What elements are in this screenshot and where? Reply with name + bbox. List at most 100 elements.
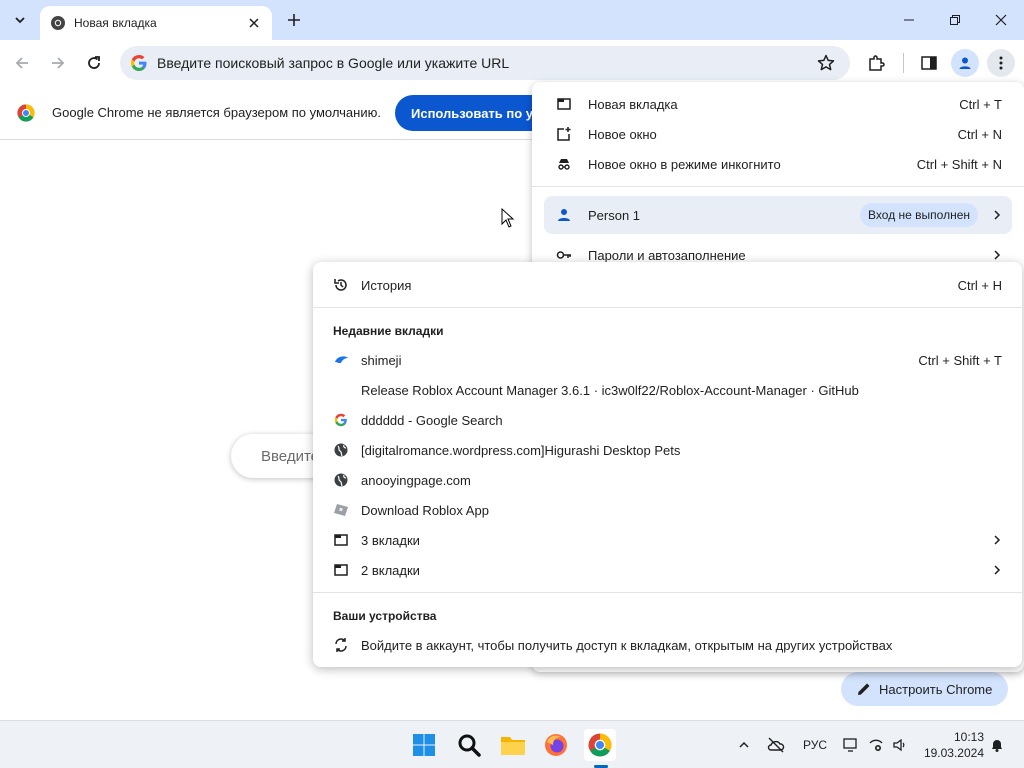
tab-close-button[interactable] [246, 15, 262, 31]
side-panel-button[interactable] [915, 49, 943, 77]
more-vert-icon [999, 56, 1003, 70]
recent-tab-item[interactable]: Download Roblox App [313, 495, 1022, 525]
menu-divider [313, 592, 1022, 593]
firefox-button[interactable] [540, 729, 572, 761]
toolbar-divider [903, 53, 904, 73]
start-button[interactable] [408, 729, 440, 761]
extensions-button[interactable] [862, 49, 890, 77]
puzzle-icon [869, 55, 885, 71]
search-icon [458, 734, 481, 757]
devices-sign-in-item[interactable]: Войдите в аккаунт, чтобы получить доступ… [313, 630, 1022, 660]
history-submenu: История Ctrl + H Недавние вкладки shimej… [313, 262, 1022, 667]
minimize-button[interactable] [889, 6, 929, 34]
back-button[interactable] [8, 49, 36, 77]
recent-tab-item[interactable]: dddddd - Google Search [313, 405, 1022, 435]
file-explorer-button[interactable] [497, 729, 529, 761]
windows-logo-icon [413, 734, 435, 756]
roblox-favicon-icon [333, 502, 349, 518]
language-indicator[interactable]: РУС [803, 738, 827, 752]
key-icon [556, 247, 572, 263]
sign-in-status-badge: Вход не выполнен [860, 203, 978, 227]
recent-tab-item[interactable]: [digitalromance.wordpress.com]Higurashi … [313, 435, 1022, 465]
close-icon [995, 14, 1007, 26]
your-devices-heading: Ваши устройства [333, 609, 437, 623]
recent-tab-item[interactable]: anooyingpage.com [313, 465, 1022, 495]
mouse-cursor-icon [501, 208, 515, 228]
chevron-right-icon [994, 535, 1001, 545]
notifications-button[interactable] [988, 735, 1006, 755]
minimize-icon [904, 19, 914, 21]
menu-divider [532, 186, 1024, 187]
windows-taskbar: РУС 10:13 19.03.2024 [0, 720, 1024, 768]
menu-item-new-tab[interactable]: Новая вкладка Ctrl + T [532, 89, 1024, 119]
chrome-taskbar-button[interactable] [584, 729, 616, 761]
cloud-offline-tray[interactable] [766, 735, 786, 755]
restore-button[interactable] [935, 6, 975, 34]
recent-tab-item[interactable]: shimeji Ctrl + Shift + T [313, 345, 1022, 375]
history-icon [333, 277, 349, 293]
sync-icon [333, 637, 349, 653]
globe-icon [333, 472, 349, 488]
window-icon [333, 532, 349, 548]
taskbar-search-button[interactable] [453, 729, 485, 761]
chevron-right-icon [994, 250, 1001, 260]
reload-icon [88, 56, 100, 69]
new-tab-button[interactable] [282, 8, 306, 32]
menu-item-new-window[interactable]: Новое окно Ctrl + N [532, 119, 1024, 149]
person-icon [959, 57, 971, 69]
folder-icon [501, 737, 525, 755]
network-tray[interactable] [867, 735, 885, 755]
chrome-icon [51, 16, 65, 30]
chrome-logo-icon [17, 104, 35, 122]
chevron-right-icon [994, 565, 1001, 575]
profile-button[interactable] [951, 49, 979, 77]
menu-divider [313, 307, 1022, 308]
recent-window-item[interactable]: 3 вкладки [313, 525, 1022, 555]
speaker-icon [893, 738, 905, 752]
menu-item-history[interactable]: История Ctrl + H [313, 270, 1022, 300]
shimeji-favicon-icon [333, 352, 349, 368]
tab-new-tab[interactable]: Новая вкладка [40, 6, 272, 40]
menu-item-incognito[interactable]: Новое окно в режиме инкогнито Ctrl + Shi… [532, 149, 1024, 179]
tab-strip: Новая вкладка [0, 0, 1024, 40]
chrome-menu-button[interactable] [987, 49, 1015, 77]
firefox-icon [545, 734, 567, 756]
person-name: Person 1 [588, 207, 641, 223]
clock-date: 19.03.2024 [923, 746, 984, 760]
recent-tab-item[interactable]: Release Roblox Account Manager 3.6.1 · i… [313, 375, 1022, 405]
incognito-icon [556, 156, 572, 172]
tab-search-button[interactable] [8, 8, 32, 32]
volume-tray[interactable] [891, 735, 909, 755]
google-icon [131, 55, 147, 71]
window-icon [333, 562, 349, 578]
chrome-icon [588, 733, 612, 757]
bookmark-button[interactable] [812, 49, 840, 77]
plus-icon [288, 14, 300, 26]
customize-chrome-button[interactable]: Настроить Chrome [841, 672, 1008, 706]
reload-button[interactable] [80, 49, 108, 77]
menu-item-person[interactable]: Person 1 Вход не выполнен [544, 196, 1012, 234]
side-panel-icon [921, 56, 937, 70]
forward-button[interactable] [44, 49, 72, 77]
google-favicon-icon [333, 412, 349, 428]
chevron-down-icon [15, 17, 25, 24]
close-window-button[interactable] [981, 6, 1021, 34]
display-tray[interactable] [842, 735, 860, 755]
cloud-off-icon [767, 737, 785, 753]
star-icon [817, 54, 835, 71]
show-hidden-icons-button[interactable] [736, 735, 752, 755]
restore-icon [950, 15, 960, 25]
recent-tabs-heading: Недавние вкладки [333, 324, 444, 338]
person-icon [558, 209, 570, 221]
recent-window-item[interactable]: 2 вкладки [313, 555, 1022, 585]
new-tab-icon [556, 96, 572, 112]
customize-label: Настроить Chrome [879, 681, 993, 697]
chevron-up-icon [739, 741, 749, 748]
monitor-icon [843, 738, 857, 752]
address-bar[interactable]: Введите поисковый запрос в Google или ук… [120, 46, 850, 80]
address-input[interactable]: Введите поисковый запрос в Google или ук… [157, 55, 812, 71]
infobar-message: Google Chrome не является браузером по у… [52, 105, 381, 120]
close-icon [249, 18, 259, 28]
clock[interactable]: 10:13 19.03.2024 [920, 729, 984, 761]
chevron-right-icon [994, 210, 1001, 220]
